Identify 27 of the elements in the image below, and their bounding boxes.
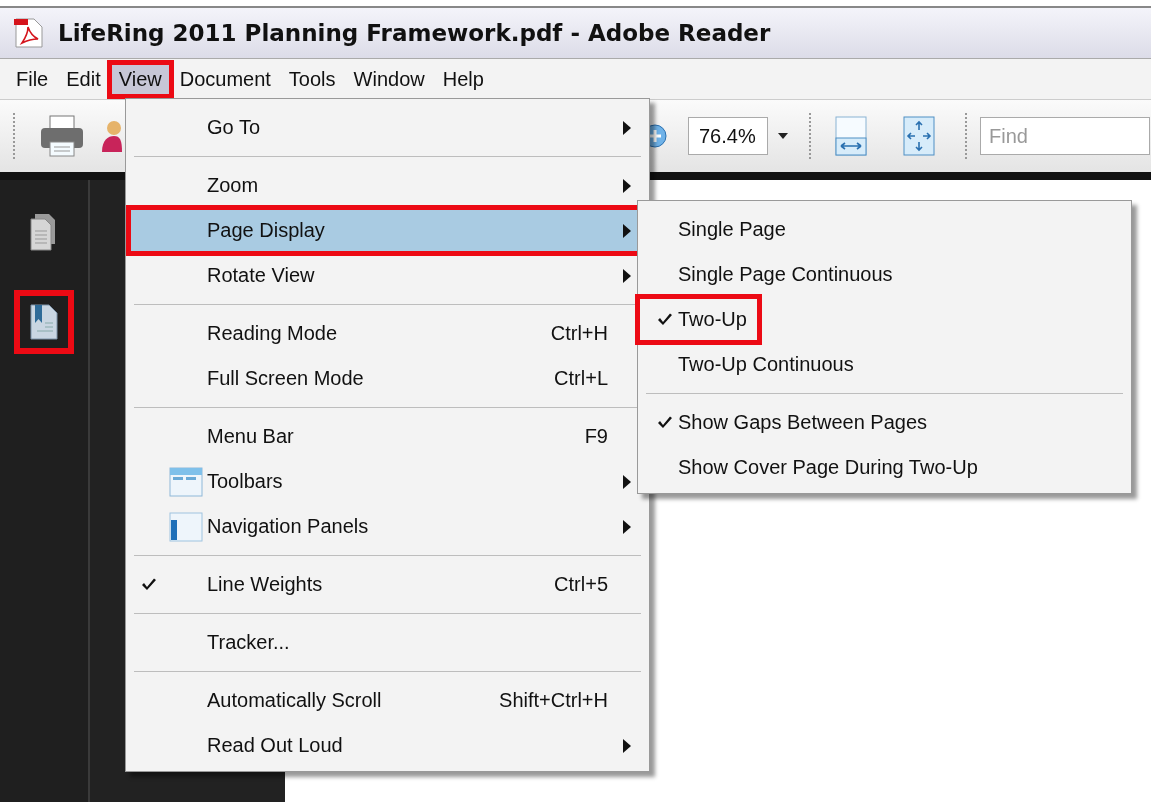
menu-bar-item[interactable]: Document <box>171 63 279 95</box>
menu-item[interactable]: Single Page Continuous <box>677 263 893 286</box>
menu-bar-item[interactable]: Edit <box>58 63 109 95</box>
menu-bar-item[interactable]: Help <box>434 63 492 95</box>
menu-item[interactable]: Show Gaps Between Pages <box>677 411 928 434</box>
menu-bar-item[interactable]: Tools <box>280 63 344 95</box>
shortcut-text: Ctrl+H <box>550 322 608 345</box>
menu-item[interactable]: Line Weights Ctrl+5 <box>129 562 646 607</box>
menu-item[interactable]: Go To <box>129 105 646 150</box>
menu-item[interactable]: Two-Up <box>677 308 747 331</box>
menu-item[interactable]: Zoom <box>129 163 646 208</box>
zoom-field[interactable]: 76.4% <box>688 117 768 155</box>
menu-bar-item[interactable]: Window <box>345 63 433 95</box>
window-title: LifeRing 2011 Planning Framework.pdf - Adobe Reader <box>58 20 771 46</box>
find-field[interactable]: Find <box>980 117 1150 155</box>
shortcut-text: Shift+Ctrl+H <box>499 689 608 712</box>
menu-item[interactable]: Tracker... <box>129 620 646 665</box>
shortcut-text: F9 <box>584 425 608 448</box>
menu-item[interactable]: Show Cover Page During Two-Up <box>677 456 978 479</box>
menu-item[interactable]: Navigation Panels <box>129 504 646 549</box>
menu-bar-item[interactable]: File <box>8 63 57 95</box>
shortcut-text: Ctrl+L <box>554 367 608 390</box>
menu-item[interactable]: Two-Up Continuous <box>677 353 854 376</box>
menu-item[interactable]: Read Out Loud <box>129 723 646 768</box>
menu-item[interactable]: Automatically Scroll Shift+Ctrl+H <box>129 678 646 723</box>
menu-item[interactable]: Single Page <box>677 218 786 241</box>
shortcut-text: Ctrl+5 <box>554 573 608 596</box>
